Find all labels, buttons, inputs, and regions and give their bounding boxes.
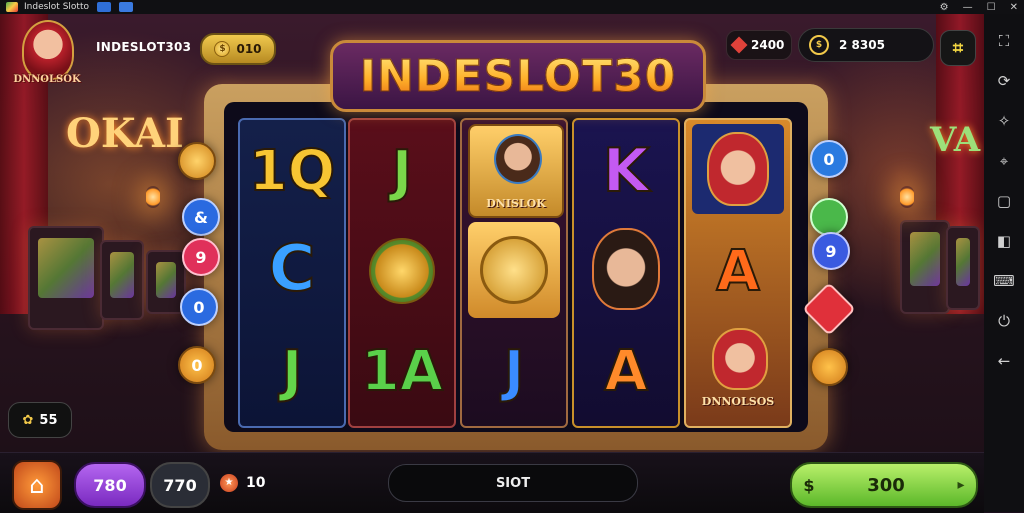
player-avatar[interactable]: DNNOLSOK <box>8 20 86 94</box>
reel-3: DNISLOK J <box>460 118 568 428</box>
bet-value: 780 <box>93 475 127 495</box>
arcade-machine <box>946 226 980 310</box>
home-icon: ⌂ <box>29 471 45 499</box>
bet-button[interactable]: 780 <box>74 462 146 508</box>
window-titlebar: Indeslot Slotto ⚙ — ☐ ✕ <box>0 0 1024 14</box>
maximize-button[interactable]: ☐ <box>987 2 996 13</box>
coin-stack-icon: ✿ <box>22 412 34 428</box>
fullscreen-icon[interactable]: ⛶ <box>991 28 1017 54</box>
volume-icon[interactable]: ◧ <box>991 228 1017 254</box>
symbol-character-portrait <box>580 224 672 314</box>
win-button[interactable]: $ 300 ▸ <box>790 462 978 508</box>
symbol-1q: 1Q <box>248 138 337 205</box>
right-chip-green[interactable] <box>810 198 848 236</box>
win-value: 300 <box>867 474 905 496</box>
minimize-button[interactable]: — <box>963 2 973 13</box>
coins-value: 2 8305 <box>839 38 885 52</box>
close-button[interactable]: ✕ <box>1010 2 1018 13</box>
symbol-1a: 1A <box>360 338 444 405</box>
game-title-text: INDESLOT30 <box>359 50 677 102</box>
gems-value: 2400 <box>751 38 785 52</box>
home-button[interactable]: ⌂ <box>12 460 62 510</box>
wall-lamp <box>900 186 914 208</box>
keyboard-icon[interactable]: ⌨ <box>991 268 1017 294</box>
level-value: 10 <box>246 475 266 491</box>
window-controls: ⚙ — ☐ ✕ <box>940 0 1018 14</box>
coin-icon: $ <box>214 41 231 57</box>
symbol-a: A <box>603 338 648 405</box>
reel-1: 1Q C J <box>238 118 346 428</box>
arrow-right-icon: ▸ <box>957 477 965 493</box>
reel-5: A DNNOLSOS <box>684 118 792 428</box>
lines-button[interactable]: 770 <box>150 462 210 508</box>
player-coins-pill[interactable]: $ 010 <box>200 33 276 65</box>
avatar-banner: DNNOLSOK <box>13 74 81 85</box>
left-chip-pink[interactable]: 9 <box>182 238 220 276</box>
coins-counter[interactable]: $ 2 8305 <box>798 28 934 62</box>
symbol-gold-coin <box>468 222 560 318</box>
wallet-counter[interactable]: ✿ 55 <box>8 402 72 438</box>
arcade-machine <box>28 226 104 330</box>
symbol-j: J <box>503 338 526 405</box>
screenshot-icon[interactable]: ▢ <box>991 188 1017 214</box>
symbol-character-portrait <box>692 124 784 214</box>
wallet-value: 55 <box>39 412 58 428</box>
window-title: Indeslot Slotto <box>24 2 89 12</box>
settings-icon[interactable]: ⚙ <box>940 2 949 13</box>
neon-sign-left: OKAI <box>66 110 184 157</box>
level-indicator[interactable]: ★ 10 <box>220 474 265 492</box>
spin-button[interactable]: SIOT <box>388 464 638 502</box>
level-icon: ★ <box>220 474 238 492</box>
symbol-character-card: DNISLOK <box>468 124 564 218</box>
right-chip-blue[interactable]: 9 <box>812 232 850 270</box>
game-title: INDESLOT30 <box>330 40 706 112</box>
coin-icon: $ <box>809 35 829 55</box>
power-icon[interactable]: ⏻ <box>991 308 1017 334</box>
left-chip-blue[interactable]: & <box>182 198 220 236</box>
spin-label: SIOT <box>495 475 531 491</box>
shake-icon[interactable]: ✧ <box>991 108 1017 134</box>
app-logo-icon <box>6 2 18 12</box>
reel-4: K A <box>572 118 680 428</box>
dollar-icon: $ <box>803 475 815 495</box>
grid-icon: ⌗ <box>952 37 964 59</box>
wall-lamp <box>146 186 160 208</box>
menu-button[interactable]: ⌗ <box>940 30 976 66</box>
symbol-a: A <box>715 238 760 305</box>
arcade-machine <box>100 240 144 320</box>
symbol-j: J <box>391 138 414 205</box>
symbol-j: J <box>281 338 304 405</box>
symbol-character-card: DNNOLSOS <box>692 324 784 414</box>
right-chip-orange[interactable] <box>810 348 848 386</box>
arcade-machine <box>900 220 950 314</box>
reel-2: J 1A <box>348 118 456 428</box>
neon-sign-right: VA <box>930 120 981 160</box>
symbol-emblem <box>356 226 448 316</box>
gem-icon <box>730 36 748 54</box>
symbol-k: K <box>602 135 650 207</box>
left-chip-blue[interactable]: 0 <box>180 288 218 326</box>
location-icon[interactable]: ⌖ <box>991 148 1017 174</box>
emulator-sidebar: ⛶ ⟳ ✧ ⌖ ▢ ◧ ⌨ ⏻ ← <box>984 14 1024 512</box>
rotate-icon[interactable]: ⟳ <box>991 68 1017 94</box>
lines-value: 770 <box>163 475 197 495</box>
left-chip-orange[interactable]: 0 <box>178 346 216 384</box>
right-chip-blue[interactable]: 0 <box>810 140 848 178</box>
left-chip-coin[interactable] <box>178 142 216 180</box>
back-icon[interactable]: ← <box>991 348 1017 374</box>
player-coins-value: 010 <box>236 42 262 56</box>
app-tab-icon-2[interactable] <box>118 2 133 12</box>
gems-counter[interactable]: 2400 <box>726 30 792 60</box>
player-name: INDESLOT303 <box>96 40 192 54</box>
symbol-c: C <box>268 231 317 307</box>
app-tab-icon[interactable] <box>96 2 111 12</box>
